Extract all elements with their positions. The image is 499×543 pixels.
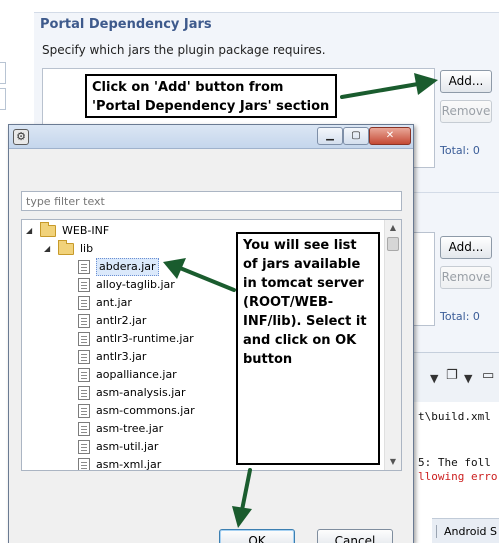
remove-button[interactable]: Remove: [440, 100, 492, 123]
jar-name: ant.jar: [96, 296, 132, 309]
jar-file-icon: [78, 458, 90, 470]
console-toolbar: ▼ ❐ ▼ ▭: [414, 352, 499, 402]
scroll-down-icon[interactable]: ▼: [385, 454, 401, 470]
console-line: llowing erro: [418, 470, 498, 483]
dialog-titlebar[interactable]: ⚙ ▁ ▢ ✕: [9, 125, 413, 149]
jar-name: asm-analysis.jar: [96, 386, 186, 399]
jar-file-icon: [78, 260, 90, 274]
jar-name: aopalliance.jar: [96, 368, 177, 381]
add-button[interactable]: Add...: [440, 70, 492, 93]
jar-file-icon: [78, 386, 90, 400]
folder-open-icon: [58, 240, 74, 255]
tree-node-label: lib: [80, 242, 94, 255]
tree-node-label: WEB-INF: [62, 224, 110, 237]
jar-name: asm-util.jar: [96, 440, 159, 453]
chevron-down-icon[interactable]: ▼: [464, 372, 472, 385]
jar-file-icon: [78, 350, 90, 364]
jar-file-icon: [78, 296, 90, 310]
chevron-down-icon[interactable]: ▼: [430, 372, 438, 385]
left-field-edge: [0, 88, 6, 110]
jar-file-icon: [78, 440, 90, 454]
scroll-up-icon[interactable]: ▲: [385, 220, 401, 236]
tree-scrollbar[interactable]: ▲ ▼: [384, 220, 401, 470]
new-console-icon[interactable]: ❐: [446, 368, 458, 383]
jar-name: antlr3.jar: [96, 350, 147, 363]
jar-file-icon: [78, 332, 90, 346]
section-description: Specify which jars the plugin package re…: [42, 43, 326, 57]
jar-file-icon: [78, 404, 90, 418]
section-title: Portal Dependency Jars: [40, 17, 212, 32]
left-field-edge: [0, 62, 6, 84]
jar-name: alloy-taglib.jar: [96, 278, 175, 291]
second-list[interactable]: [414, 232, 435, 326]
jar-list-callout: You will see list of jars available in t…: [236, 232, 380, 465]
ok-button[interactable]: OK: [219, 529, 295, 543]
add-button-2[interactable]: Add...: [440, 236, 492, 259]
close-icon[interactable]: ✕: [369, 127, 411, 145]
jar-name: asm-tree.jar: [96, 422, 164, 435]
expand-icon[interactable]: ◢: [44, 240, 50, 258]
jar-name: abdera.jar: [96, 258, 159, 276]
folder-open-icon: [40, 222, 56, 237]
remove-button-2[interactable]: Remove: [440, 266, 492, 289]
console-line: t\build.xml: [418, 410, 491, 423]
console-line: 5: The foll: [418, 456, 491, 469]
add-button-callout: Click on 'Add' button from 'Portal Depen…: [85, 74, 337, 118]
maximize-icon[interactable]: ▢: [343, 127, 369, 145]
scrollbar-thumb[interactable]: [387, 237, 399, 251]
jar-file-icon: [78, 368, 90, 382]
total-count-2: Total: 0: [440, 310, 480, 323]
minimize-console-icon[interactable]: ▭: [482, 368, 494, 383]
expand-icon[interactable]: ◢: [26, 222, 32, 240]
dialog-app-icon: ⚙: [13, 129, 29, 145]
jar-name: antlr3-runtime.jar: [96, 332, 194, 345]
minimize-icon[interactable]: ▁: [317, 127, 343, 145]
jar-file-icon: [78, 278, 90, 292]
android-tab-label: Android S: [444, 525, 498, 538]
jar-name: asm-commons.jar: [96, 404, 195, 417]
jar-file-icon: [78, 314, 90, 328]
jar-file-icon: [78, 422, 90, 436]
filter-input[interactable]: [21, 191, 402, 211]
jar-name: asm-xml.jar: [96, 458, 162, 471]
cancel-button[interactable]: Cancel: [317, 529, 393, 543]
android-tab[interactable]: Android S: [432, 518, 499, 543]
total-count: Total: 0: [440, 144, 480, 157]
jar-name: antlr2.jar: [96, 314, 147, 327]
console-output: t\build.xml 5: The foll llowing erro: [414, 402, 499, 514]
